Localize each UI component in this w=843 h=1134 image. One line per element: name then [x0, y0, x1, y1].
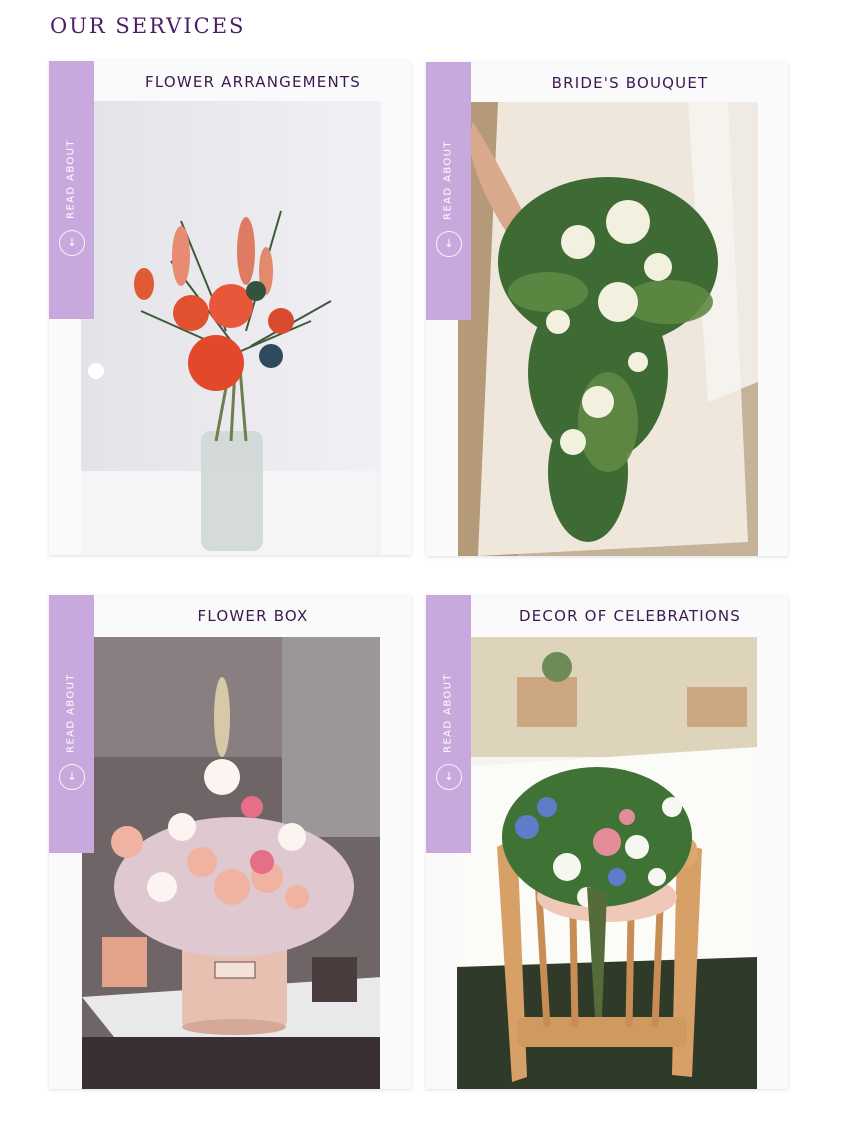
read-about-label: READ ABOUT — [442, 140, 454, 220]
brides-bouquet-photo[interactable] — [458, 102, 758, 556]
arrow-down-icon[interactable]: ↓ — [436, 764, 462, 790]
service-card-decor-of-celebrations[interactable]: READ ABOUT ↓ DECOR OF CELEBRATIONS — [426, 595, 788, 1089]
arrow-down-icon[interactable]: ↓ — [59, 764, 85, 790]
arrow-down-icon[interactable]: ↓ — [436, 231, 462, 257]
celebration-decor-photo[interactable] — [457, 637, 758, 1089]
read-about-label: READ ABOUT — [442, 673, 454, 753]
flower-arrangement-photo[interactable] — [81, 101, 381, 555]
read-about-tab[interactable]: READ ABOUT ↓ — [49, 595, 94, 853]
service-card-brides-bouquet[interactable]: READ ABOUT ↓ BRIDE'S BOUQUET — [426, 62, 788, 556]
card-title[interactable]: FLOWER BOX — [95, 607, 411, 625]
card-title[interactable]: FLOWER ARRANGEMENTS — [95, 73, 411, 91]
card-title[interactable]: BRIDE'S BOUQUET — [472, 74, 788, 92]
read-about-tab[interactable]: READ ABOUT ↓ — [426, 62, 471, 320]
read-about-label: READ ABOUT — [65, 673, 77, 753]
flower-box-photo[interactable] — [82, 637, 380, 1089]
arrow-down-icon[interactable]: ↓ — [59, 230, 85, 256]
service-card-flower-box[interactable]: READ ABOUT ↓ FLOWER BOX — [49, 595, 411, 1089]
read-about-tab[interactable]: READ ABOUT ↓ — [49, 61, 94, 319]
section-title: OUR SERVICES — [50, 14, 246, 38]
read-about-tab[interactable]: READ ABOUT ↓ — [426, 595, 471, 853]
service-card-flower-arrangements[interactable]: READ ABOUT ↓ FLOWER ARRANGEMENTS — [49, 61, 411, 555]
card-title[interactable]: DECOR OF CELEBRATIONS — [472, 607, 788, 625]
read-about-label: READ ABOUT — [65, 139, 77, 219]
